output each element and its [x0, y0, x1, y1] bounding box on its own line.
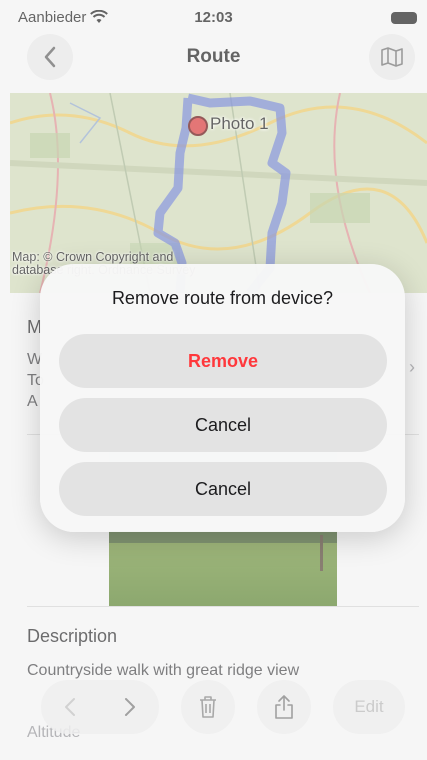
- cancel-button[interactable]: Cancel: [59, 398, 387, 452]
- cancel-button[interactable]: Cancel: [59, 462, 387, 516]
- alert-title: Remove route from device?: [111, 288, 334, 308]
- remove-route-alert: Remove route from device? Remove Cancel …: [40, 264, 405, 532]
- remove-button[interactable]: Remove: [59, 334, 387, 388]
